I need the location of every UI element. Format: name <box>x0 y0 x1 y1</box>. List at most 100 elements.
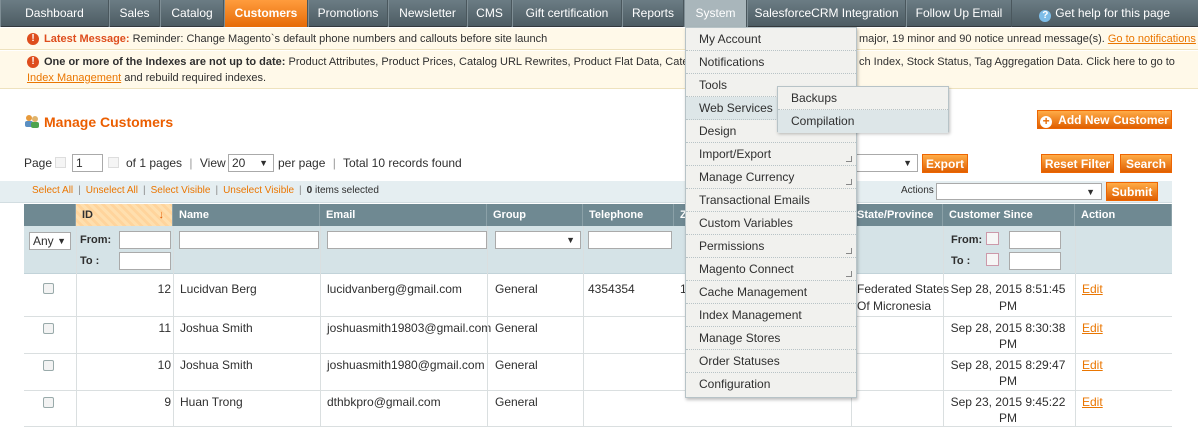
menu-item-notifications[interactable]: Notifications <box>686 51 856 74</box>
submenu-arrow-icon <box>846 271 852 277</box>
calendar-icon[interactable] <box>986 232 999 245</box>
massaction-filter-select[interactable]: Any ▼ <box>29 232 71 250</box>
page-number-input[interactable]: 1 <box>72 154 103 172</box>
add-new-customer-label: Add New Customer <box>1058 113 1169 127</box>
nav-gift-certification[interactable]: Gift certification <box>512 0 622 27</box>
nav-sales[interactable]: Sales <box>109 0 160 27</box>
calendar-icon[interactable] <box>986 253 999 266</box>
column-telephone[interactable]: Telephone <box>583 204 674 226</box>
menu-item-custom-variables[interactable]: Custom Variables <box>686 212 856 235</box>
email-filter-input[interactable] <box>327 231 487 249</box>
since-to-input[interactable] <box>1009 252 1061 270</box>
go-to-notifications-link[interactable]: Go to notifications <box>1108 33 1196 45</box>
nav-salesforce-crm[interactable]: SalesforceCRM Integration <box>747 0 906 27</box>
row-checkbox[interactable] <box>43 283 54 294</box>
nav-system[interactable]: System <box>684 0 747 27</box>
cell-email: lucidvanberg@gmail.com <box>327 282 462 296</box>
actions-select[interactable]: ▼ <box>936 183 1102 200</box>
submenu-arrow-icon <box>846 248 852 254</box>
submenu-item-compilation[interactable]: Compilation <box>778 110 948 133</box>
nav-reports[interactable]: Reports <box>622 0 684 27</box>
unselect-visible-link[interactable]: Unselect Visible <box>223 185 294 196</box>
telephone-filter-input[interactable] <box>588 231 672 249</box>
column-email[interactable]: Email <box>320 204 487 226</box>
nav-follow-up-email[interactable]: Follow Up Email <box>906 0 1012 27</box>
notice-counts: major, 19 minor and 90 notice unread mes… <box>859 33 1105 45</box>
nav-customers[interactable]: Customers <box>224 0 308 27</box>
add-new-customer-button[interactable]: + Add New Customer <box>1037 110 1172 129</box>
select-visible-link[interactable]: Select Visible <box>151 185 211 196</box>
menu-item-order-statuses[interactable]: Order Statuses <box>686 350 856 373</box>
edit-link[interactable]: Edit <box>1082 395 1103 409</box>
help-link[interactable]: ? Get help for this page <box>1039 0 1170 27</box>
menu-item-configuration[interactable]: Configuration <box>686 373 856 396</box>
nav-catalog[interactable]: Catalog <box>160 0 224 27</box>
row-checkbox[interactable] <box>43 397 54 408</box>
tools-submenu: Backups Compilation <box>777 86 949 133</box>
reset-filter-button[interactable]: Reset Filter <box>1041 154 1114 173</box>
export-format-select[interactable]: ▼ <box>856 154 918 172</box>
select-all-link[interactable]: Select All <box>32 185 73 196</box>
chevron-down-icon: ▼ <box>1086 187 1095 197</box>
group-filter-select[interactable]: ▼ <box>495 231 581 249</box>
column-group[interactable]: Group <box>487 204 583 226</box>
menu-item-permissions[interactable]: Permissions <box>686 235 856 258</box>
nav-promotions[interactable]: Promotions <box>308 0 388 27</box>
plus-icon: + <box>1040 115 1053 128</box>
nav-dashboard[interactable]: Dashboard <box>0 0 109 27</box>
export-button[interactable]: Export <box>922 154 968 173</box>
index-warning-text-end: and rebuild required indexes. <box>124 72 267 84</box>
cell-group: General <box>495 358 538 372</box>
menu-item-manage-stores[interactable]: Manage Stores <box>686 327 856 350</box>
selected-label: items selected <box>315 185 379 196</box>
chevron-down-icon: ▼ <box>259 158 268 168</box>
per-page-label: per page <box>278 156 326 170</box>
view-label: View <box>199 156 226 170</box>
name-filter-input[interactable] <box>179 231 319 249</box>
edit-link[interactable]: Edit <box>1082 358 1103 372</box>
menu-item-manage-currency[interactable]: Manage Currency <box>686 166 856 189</box>
menu-item-magento-connect[interactable]: Magento Connect <box>686 258 856 281</box>
column-name[interactable]: Name <box>173 204 320 226</box>
id-to-label: To : <box>80 255 100 267</box>
menu-item-transactional-emails[interactable]: Transactional Emails <box>686 189 856 212</box>
cell-customer-since: Sep 23, 2015 9:45:22 <box>950 395 1066 409</box>
id-from-input[interactable] <box>119 231 171 249</box>
cell-customer-since: Sep 28, 2015 8:51:45 <box>950 282 1066 296</box>
row-checkbox[interactable] <box>43 360 54 371</box>
unselect-all-link[interactable]: Unselect All <box>86 185 138 196</box>
prev-page-arrow-icon[interactable] <box>55 157 66 168</box>
table-row[interactable]: 12 Lucidvan Berg lucidvanberg@gmail.com … <box>24 275 1172 317</box>
submit-button[interactable]: Submit <box>1106 182 1158 201</box>
selected-count: 0 <box>306 185 313 196</box>
cell-email: joshuasmith19803@gmail.com <box>327 321 492 335</box>
submenu-item-backups[interactable]: Backups <box>778 87 948 110</box>
column-customer-since[interactable]: Customer Since <box>943 204 1075 226</box>
table-row[interactable]: 11 Joshua Smith joshuasmith19803@gmail.c… <box>24 318 1172 354</box>
column-state[interactable]: State/Province <box>851 204 943 226</box>
since-from-input[interactable] <box>1009 231 1061 249</box>
next-page-arrow-icon[interactable] <box>108 157 119 168</box>
nav-newsletter[interactable]: Newsletter <box>388 0 467 27</box>
table-row[interactable]: 9 Huan Trong dthbkpro@gmail.com General … <box>24 392 1172 427</box>
id-to-input[interactable] <box>119 252 171 270</box>
edit-link[interactable]: Edit <box>1082 321 1103 335</box>
cell-id: 11 <box>158 321 171 335</box>
menu-item-index-management[interactable]: Index Management <box>686 304 856 327</box>
index-warning-text: Product Attributes, Product Prices, Cata… <box>288 56 743 68</box>
index-management-link[interactable]: Index Management <box>27 72 121 84</box>
cell-email: joshuasmith1980@gmail.com <box>327 358 485 372</box>
search-button[interactable]: Search <box>1120 154 1172 173</box>
cell-customer-since-cont: PM <box>999 411 1017 425</box>
customers-icon <box>25 115 39 128</box>
menu-item-cache-management[interactable]: Cache Management <box>686 281 856 304</box>
column-id[interactable]: ID ↓ <box>76 204 173 226</box>
menu-item-my-account[interactable]: My Account <box>686 28 856 51</box>
menu-item-import-export[interactable]: Import/Export <box>686 143 856 166</box>
edit-link[interactable]: Edit <box>1082 282 1103 296</box>
per-page-select[interactable]: 20 ▼ <box>228 154 274 172</box>
table-row[interactable]: 10 Joshua Smith joshuasmith1980@gmail.co… <box>24 355 1172 391</box>
nav-cms[interactable]: CMS <box>467 0 512 27</box>
index-warning-text-cont: ch Index, Stock Status, Tag Aggregation … <box>859 56 1175 68</box>
row-checkbox[interactable] <box>43 323 54 334</box>
